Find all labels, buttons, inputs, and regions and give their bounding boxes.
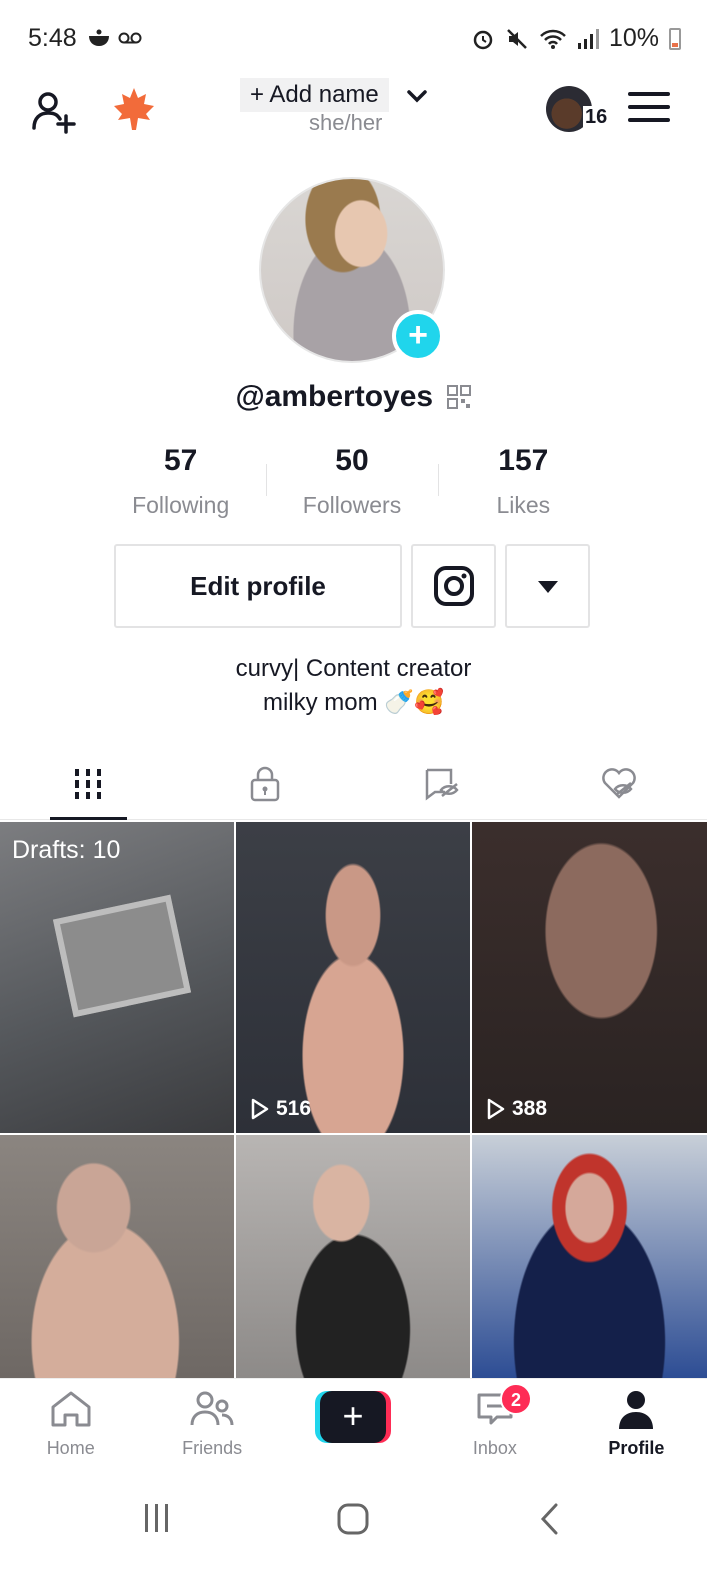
system-status: 10% bbox=[471, 24, 681, 53]
tab-reposts[interactable] bbox=[354, 748, 531, 819]
hidden-heart-icon bbox=[601, 767, 636, 799]
bottom-navigation: Home Friends Inbox Profile + 2 bbox=[0, 1378, 707, 1478]
qr-code-icon[interactable] bbox=[446, 384, 472, 410]
maple-leaf-icon[interactable] bbox=[108, 84, 160, 136]
play-icon bbox=[487, 1098, 505, 1120]
friends-icon bbox=[190, 1391, 234, 1426]
instagram-icon bbox=[434, 566, 474, 606]
view-count: 516 bbox=[250, 1097, 311, 1121]
add-friend-icon[interactable] bbox=[28, 86, 80, 138]
stat-followers[interactable]: 50 Followers bbox=[266, 444, 437, 524]
tab-liked[interactable] bbox=[530, 748, 707, 819]
instagram-button[interactable] bbox=[411, 544, 496, 628]
stat-value: 157 bbox=[498, 444, 549, 477]
nav-label: Inbox bbox=[472, 1438, 517, 1458]
caret-down-icon bbox=[538, 581, 558, 593]
view-count: 388 bbox=[486, 1097, 547, 1121]
stat-label: Followers bbox=[302, 492, 402, 518]
lock-icon bbox=[250, 766, 280, 801]
drafts-count: Drafts: 10 bbox=[12, 836, 121, 864]
view-count-value: 516 bbox=[276, 1097, 312, 1120]
stat-label: Likes bbox=[496, 492, 551, 518]
bio: curvy| Content creator milky mom 🍼🥰 bbox=[0, 652, 707, 720]
add-name-button[interactable]: + Add name bbox=[240, 78, 389, 112]
edit-profile-button[interactable]: Edit profile bbox=[114, 544, 402, 628]
video-grid: Drafts: 10 516 388 bbox=[0, 822, 707, 1378]
profile-header: + Add name she/her 16 bbox=[0, 78, 707, 153]
grid-icon bbox=[75, 768, 102, 799]
home-button-icon[interactable] bbox=[336, 1502, 370, 1536]
stat-value: 57 bbox=[163, 444, 198, 477]
stat-label: Following bbox=[132, 492, 230, 518]
content-tabs bbox=[0, 748, 707, 820]
video-tile[interactable] bbox=[0, 1135, 234, 1378]
tab-videos[interactable] bbox=[0, 748, 177, 820]
plus-icon: + bbox=[320, 1391, 386, 1443]
account-count-badge: 16 bbox=[583, 106, 610, 129]
bowl-icon bbox=[89, 29, 109, 46]
battery-icon bbox=[669, 27, 681, 50]
stat-following[interactable]: 57 Following bbox=[95, 444, 266, 524]
create-button[interactable]: + bbox=[315, 1391, 391, 1443]
battery-percent: 10% bbox=[608, 24, 659, 52]
video-tile[interactable]: 388 bbox=[472, 822, 707, 1133]
view-count-value: 388 bbox=[512, 1097, 548, 1120]
pronouns: she/her bbox=[309, 110, 383, 135]
username: @ambertoyes bbox=[235, 380, 434, 413]
inbox-badge: 2 bbox=[500, 1383, 532, 1415]
back-icon[interactable] bbox=[538, 1502, 560, 1536]
status-time: 5:48 bbox=[28, 24, 77, 52]
nav-profile[interactable]: Profile bbox=[566, 1379, 707, 1478]
video-tile[interactable]: 516 bbox=[236, 822, 470, 1133]
tab-private[interactable] bbox=[177, 748, 354, 819]
stat-likes[interactable]: 157 Likes bbox=[437, 444, 609, 524]
drafts-tile[interactable]: Drafts: 10 bbox=[0, 822, 234, 1133]
wifi-icon bbox=[540, 29, 566, 49]
bio-line: curvy| Content creator bbox=[235, 655, 472, 682]
home-icon bbox=[51, 1391, 91, 1427]
profile-stats: 57 Following 50 Followers 157 Likes bbox=[95, 444, 609, 524]
stat-value: 50 bbox=[335, 444, 369, 477]
voicemail-icon bbox=[118, 32, 142, 44]
bio-line: milky mom 🍼🥰 bbox=[262, 689, 445, 716]
nav-label: Home bbox=[46, 1438, 95, 1458]
username-row: @ambertoyes bbox=[0, 380, 707, 414]
nav-friends[interactable]: Friends bbox=[141, 1379, 282, 1478]
menu-icon[interactable] bbox=[628, 92, 670, 126]
thumbnail-image bbox=[52, 894, 192, 1018]
chevron-down-icon[interactable] bbox=[404, 84, 430, 108]
nav-label: Friends bbox=[182, 1438, 243, 1458]
more-options-button[interactable] bbox=[505, 544, 590, 628]
system-navigation-bar bbox=[0, 1478, 707, 1574]
video-tile[interactable] bbox=[236, 1135, 470, 1378]
nav-label: Profile bbox=[608, 1438, 665, 1458]
nav-home[interactable]: Home bbox=[0, 1379, 141, 1478]
notification-icons bbox=[88, 28, 142, 48]
alarm-icon bbox=[473, 30, 493, 49]
recent-apps-icon[interactable] bbox=[142, 1502, 172, 1534]
add-story-button[interactable]: + bbox=[392, 310, 444, 362]
hidden-repost-icon bbox=[425, 768, 459, 800]
mute-icon bbox=[507, 28, 527, 49]
status-bar: 5:48 10% bbox=[0, 0, 707, 78]
video-tile[interactable] bbox=[472, 1135, 707, 1378]
signal-icon bbox=[577, 28, 599, 49]
profile-icon bbox=[619, 1391, 654, 1429]
play-icon bbox=[251, 1098, 269, 1120]
nav-inbox[interactable]: Inbox bbox=[424, 1379, 565, 1478]
